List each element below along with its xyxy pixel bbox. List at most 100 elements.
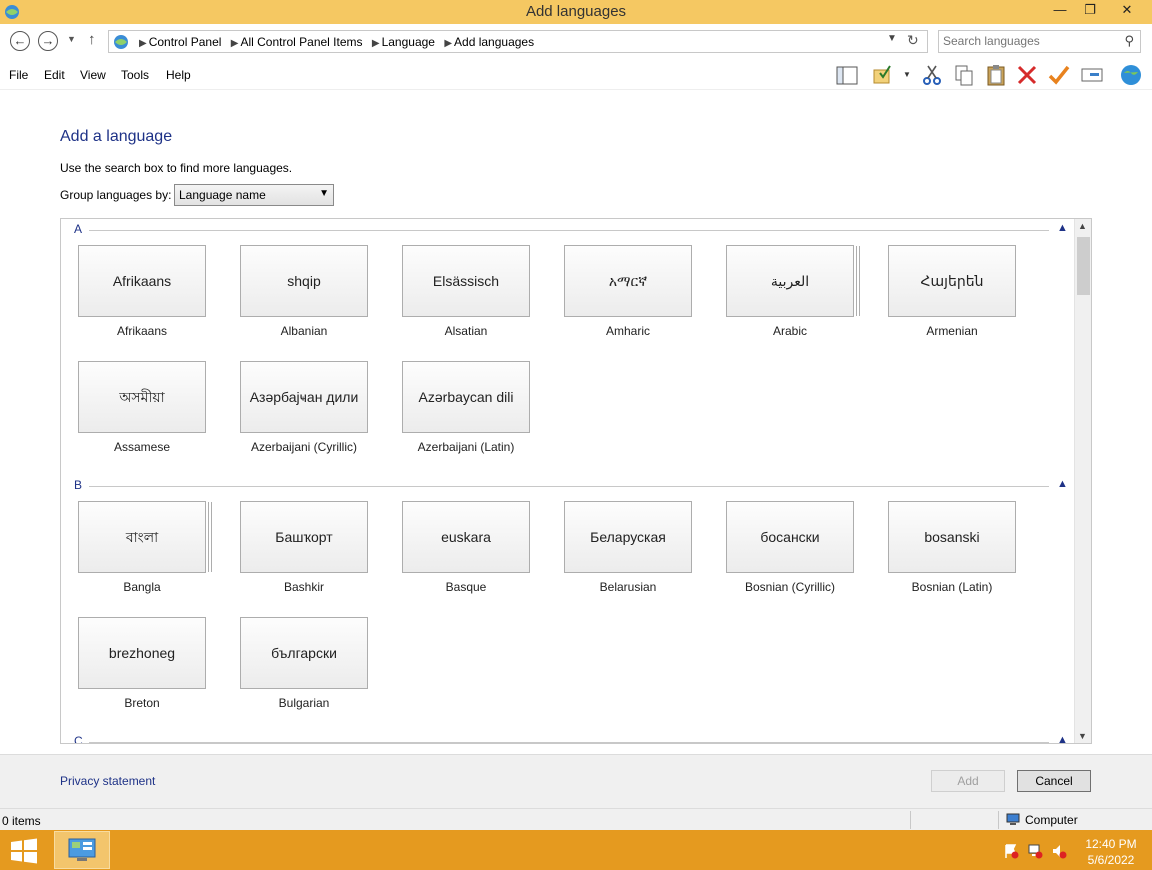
menu-file[interactable]: File (9, 68, 28, 82)
forward-button[interactable]: → (38, 31, 58, 51)
search-icon[interactable]: ⚲ (1124, 33, 1134, 49)
folder-check-icon[interactable] (871, 63, 895, 87)
language-name: Azerbaijani (Cyrillic) (250, 440, 358, 454)
language-tile[interactable]: brezhoneg (78, 617, 206, 689)
language-tile[interactable]: Հայերեն (888, 245, 1016, 317)
language-name: Bosnian (Latin) (911, 580, 993, 594)
clock-time: 12:40 PM (1085, 837, 1137, 851)
language-tile[interactable]: shqip (240, 245, 368, 317)
close-button[interactable]: ✕ (1108, 0, 1146, 22)
privacy-statement-link[interactable]: Privacy statement (60, 774, 155, 788)
chevron-right-icon: ▶ (371, 38, 380, 49)
group-by-label: Group languages by: (60, 188, 172, 202)
taskbar: 12:40 PM 5/6/2022 (0, 830, 1152, 870)
chevron-down-icon[interactable]: ▼ (887, 33, 897, 44)
group-by-value: Language name (179, 188, 266, 202)
refresh-icon[interactable]: ↻ (907, 32, 919, 49)
pane-icon[interactable] (835, 63, 859, 87)
language-name: Afrikaans (116, 324, 168, 338)
menu-help[interactable]: Help (166, 68, 191, 82)
language-name: Albanian (280, 324, 328, 338)
taskbar-control-panel[interactable] (54, 831, 110, 869)
language-tile[interactable]: Elsässisch (402, 245, 530, 317)
collapse-caret-icon[interactable]: ▲ (1057, 478, 1068, 490)
language-name: Bangla (123, 580, 161, 594)
language-name: Azerbaijani (Latin) (417, 440, 515, 454)
language-tile[interactable]: Беларуская (564, 501, 692, 573)
language-tile[interactable]: Азәрбајҹан дили (240, 361, 368, 433)
control-panel-icon (114, 35, 128, 49)
recent-locations-icon[interactable]: ▼ (67, 34, 76, 44)
action-center-flag-icon[interactable] (1003, 843, 1019, 859)
language-tile[interactable]: العربية (726, 245, 854, 317)
scroll-down-icon[interactable]: ▼ (1078, 731, 1087, 741)
chevron-down-icon[interactable]: ▼ (903, 70, 911, 79)
restore-button[interactable]: ❐ (1075, 0, 1105, 22)
language-tile[interactable]: bosanski (888, 501, 1016, 573)
crumb-add-languages[interactable]: Add languages (454, 35, 534, 49)
language-name: Arabic (772, 324, 807, 338)
copy-icon[interactable] (952, 63, 976, 87)
group-by-select[interactable]: Language name ▼ (174, 184, 334, 206)
crumb-control-panel[interactable]: Control Panel (149, 35, 222, 49)
search-input[interactable] (943, 34, 1113, 48)
status-bar: 0 items Computer (0, 808, 1152, 830)
network-icon[interactable] (1027, 843, 1043, 859)
language-name: Breton (124, 696, 160, 710)
language-tile[interactable]: Afrikaans (78, 245, 206, 317)
menu-tools[interactable]: Tools (121, 68, 149, 82)
minimize-button[interactable]: — (1045, 0, 1075, 22)
globe-icon[interactable] (1119, 63, 1143, 87)
address-bar[interactable]: ▶ Control Panel ▶ All Control Panel Items … (108, 30, 928, 53)
language-tile[interactable]: Башҡорт (240, 501, 368, 573)
computer-icon (1006, 813, 1020, 825)
cut-icon[interactable] (920, 63, 944, 87)
language-tile[interactable]: български (240, 617, 368, 689)
language-name: Bashkir (283, 580, 324, 594)
group-divider (89, 230, 1049, 231)
delete-icon[interactable] (1015, 63, 1039, 87)
collapse-caret-icon[interactable]: ▲ (1057, 222, 1068, 234)
properties-icon[interactable] (1080, 63, 1104, 87)
chevron-right-icon: ▶ (230, 38, 239, 49)
crumb-all-items[interactable]: All Control Panel Items (240, 35, 362, 49)
language-tile[interactable]: босански (726, 501, 854, 573)
chevron-right-icon: ▶ (139, 38, 147, 49)
language-tile[interactable]: বাংলা (78, 501, 206, 573)
add-button[interactable]: Add (931, 770, 1005, 792)
search-box[interactable]: ⚲ (938, 30, 1141, 53)
language-tile[interactable]: euskara (402, 501, 530, 573)
vertical-scrollbar[interactable]: ▲ ▼ (1074, 219, 1091, 743)
crumb-language[interactable]: Language (382, 35, 435, 49)
group-header-letter[interactable]: C (74, 734, 83, 743)
language-name: Armenian (926, 324, 978, 338)
group-divider (89, 486, 1049, 487)
control-panel-icon (68, 838, 96, 861)
clock-date: 5/6/2022 (1087, 853, 1135, 867)
item-count: 0 items (2, 814, 41, 828)
scroll-up-icon[interactable]: ▲ (1078, 221, 1087, 231)
collapse-caret-icon[interactable]: ▲ (1057, 734, 1068, 743)
back-button[interactable]: ← (10, 31, 30, 51)
paste-icon[interactable] (984, 63, 1008, 87)
status-divider (998, 811, 999, 829)
taskbar-clock[interactable]: 12:40 PM 5/6/2022 (1082, 836, 1140, 868)
group-header-letter[interactable]: B (74, 478, 82, 492)
language-tile[interactable]: Azərbaycan dili (402, 361, 530, 433)
windows-start-icon[interactable] (10, 838, 38, 864)
menu-edit[interactable]: Edit (44, 68, 65, 82)
group-header-letter[interactable]: A (74, 222, 82, 236)
scroll-thumb[interactable] (1077, 237, 1090, 295)
language-name: Assamese (113, 440, 171, 454)
status-divider (910, 811, 911, 829)
cancel-button[interactable]: Cancel (1017, 770, 1091, 792)
checkmark-icon[interactable] (1047, 63, 1071, 87)
language-tile[interactable]: অসমীয়া (78, 361, 206, 433)
menu-view[interactable]: View (80, 68, 106, 82)
volume-muted-icon[interactable] (1051, 843, 1067, 859)
window-title: Add languages (525, 3, 627, 20)
footer-bar: Privacy statement Add Cancel (0, 754, 1152, 808)
up-arrow-icon[interactable]: ↑ (88, 31, 96, 48)
address-row: ← → ▼ ↑ ▶ Control Panel ▶ All Control Pane… (0, 24, 1152, 60)
language-tile[interactable]: አማርኛ (564, 245, 692, 317)
